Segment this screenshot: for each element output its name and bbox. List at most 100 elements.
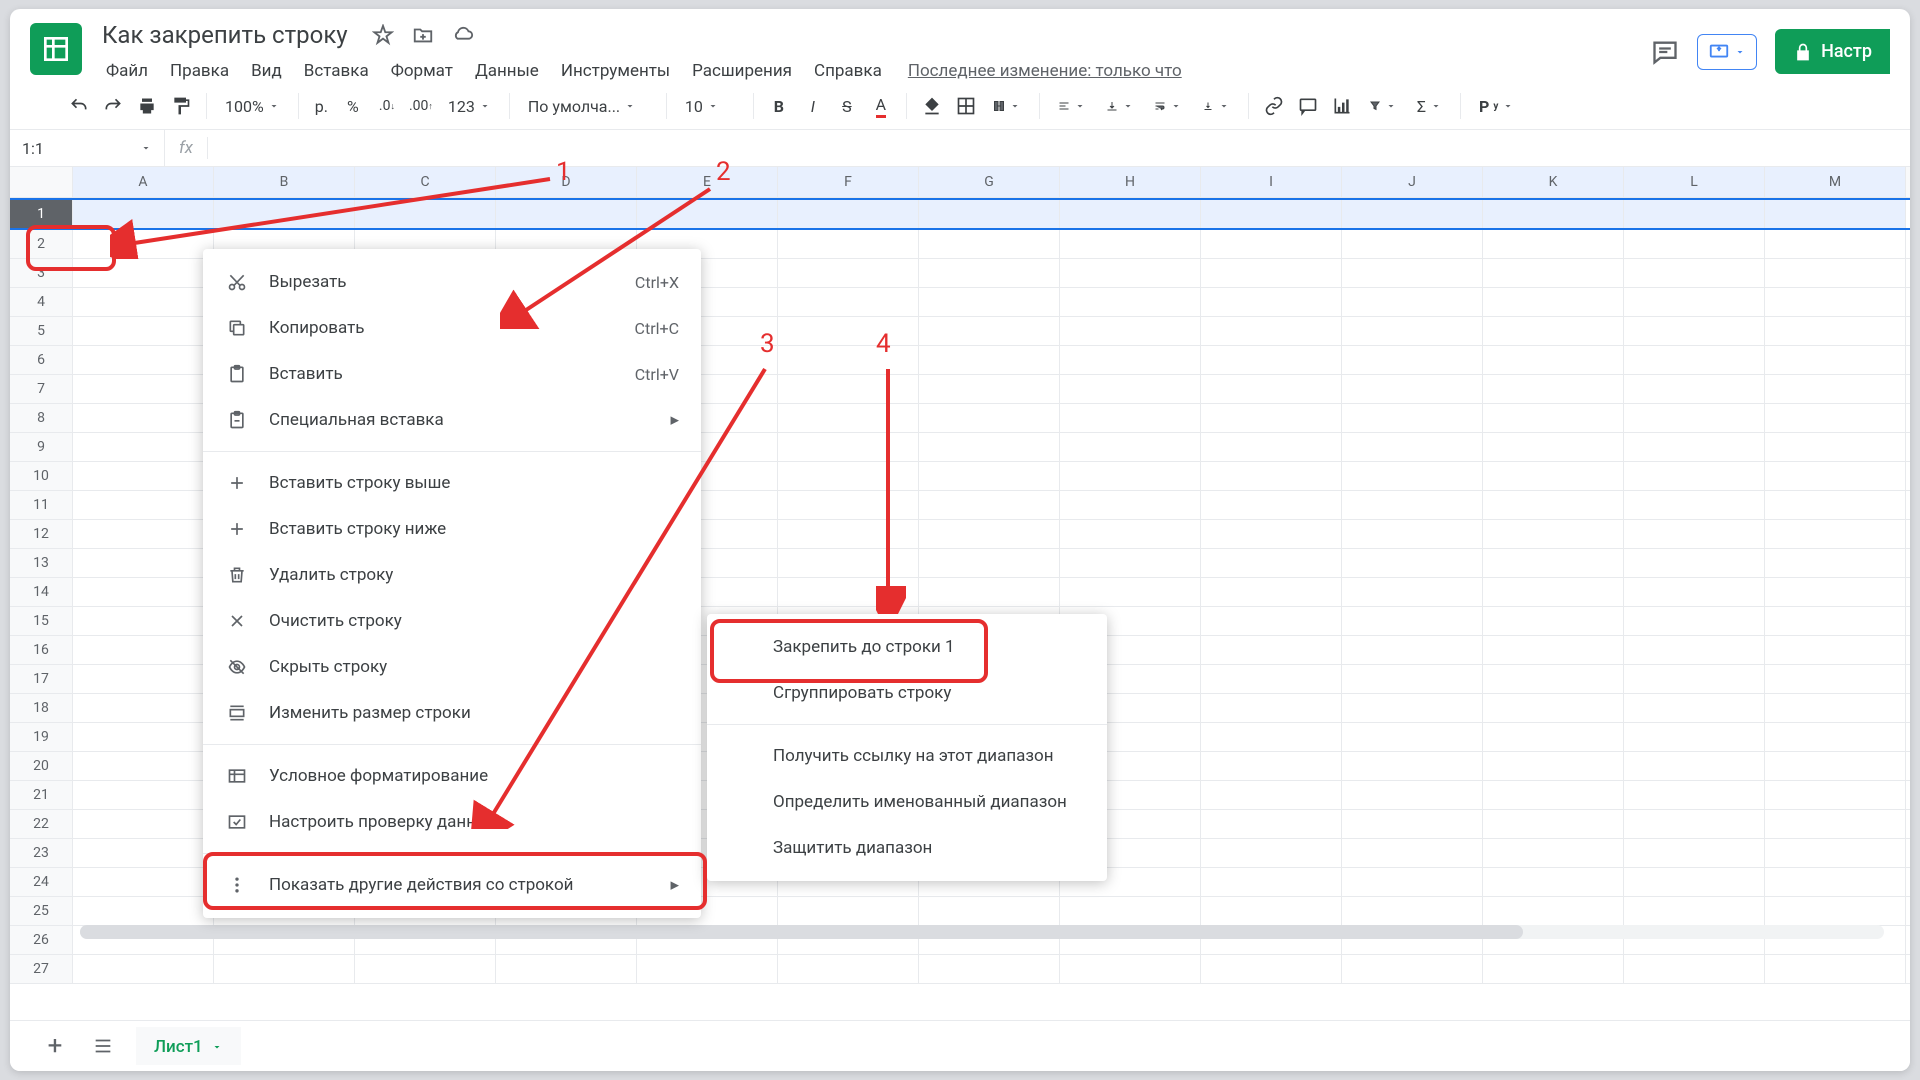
cell[interactable] [1765, 752, 1906, 780]
cell[interactable] [1201, 752, 1342, 780]
cell[interactable] [1483, 694, 1624, 722]
cell[interactable] [1342, 200, 1483, 228]
bold-button[interactable]: B [764, 91, 794, 121]
cell[interactable] [1624, 346, 1765, 374]
cloud-status-icon[interactable] [452, 24, 474, 46]
menu-item[interactable]: Получить ссылку на этот диапазон [707, 733, 1107, 779]
cell[interactable] [1342, 636, 1483, 664]
cell[interactable] [1483, 404, 1624, 432]
cell[interactable] [1201, 200, 1342, 228]
cell[interactable] [1624, 462, 1765, 490]
row-header[interactable]: 20 [10, 752, 73, 780]
cell[interactable] [1342, 955, 1483, 983]
cell[interactable] [1342, 230, 1483, 258]
cell[interactable] [778, 549, 919, 577]
row-header[interactable]: 7 [10, 375, 73, 403]
cell[interactable] [1201, 839, 1342, 867]
cell[interactable] [496, 200, 637, 228]
cell[interactable] [1765, 955, 1906, 983]
cell[interactable] [637, 200, 778, 228]
row-header[interactable]: 14 [10, 578, 73, 606]
menu-вид[interactable]: Вид [241, 57, 292, 85]
cell[interactable] [1342, 317, 1483, 345]
cell[interactable] [1342, 752, 1483, 780]
cell[interactable] [1060, 346, 1201, 374]
row-header[interactable]: 27 [10, 955, 73, 983]
cell[interactable] [1765, 694, 1906, 722]
cell[interactable] [1483, 839, 1624, 867]
cell[interactable] [1342, 607, 1483, 635]
cell[interactable] [1483, 346, 1624, 374]
cell[interactable] [1624, 607, 1765, 635]
row-header[interactable]: 11 [10, 491, 73, 519]
cell[interactable] [1060, 433, 1201, 461]
menu-item[interactable]: ВставитьCtrl+V [203, 351, 701, 397]
row-header[interactable]: 9 [10, 433, 73, 461]
menu-данные[interactable]: Данные [465, 57, 549, 85]
cell[interactable] [1765, 230, 1906, 258]
cell[interactable] [1201, 955, 1342, 983]
cell[interactable] [1060, 520, 1201, 548]
column-header[interactable]: M [1765, 167, 1906, 197]
cell[interactable] [919, 346, 1060, 374]
menu-инструменты[interactable]: Инструменты [551, 57, 680, 85]
row-header[interactable]: 13 [10, 549, 73, 577]
cell[interactable] [73, 839, 214, 867]
vertical-align-button[interactable] [1098, 91, 1142, 121]
menu-item[interactable]: Изменить размер строки [203, 690, 701, 736]
cell[interactable] [73, 549, 214, 577]
cell[interactable] [1483, 549, 1624, 577]
cell[interactable] [1201, 607, 1342, 635]
cell[interactable] [1342, 259, 1483, 287]
cell[interactable] [1060, 317, 1201, 345]
borders-button[interactable] [951, 91, 981, 121]
cell[interactable] [355, 200, 496, 228]
column-header[interactable]: K [1483, 167, 1624, 197]
cell[interactable] [919, 288, 1060, 316]
column-header[interactable]: B [214, 167, 355, 197]
zoom-dropdown[interactable]: 100% [217, 91, 288, 121]
cell[interactable] [1201, 375, 1342, 403]
cell[interactable] [919, 955, 1060, 983]
star-icon[interactable] [372, 24, 394, 46]
menu-правка[interactable]: Правка [160, 57, 239, 85]
cell[interactable] [1342, 665, 1483, 693]
cell[interactable] [73, 491, 214, 519]
cell[interactable] [1483, 636, 1624, 664]
menu-справка[interactable]: Справка [804, 57, 892, 85]
cell[interactable] [1483, 375, 1624, 403]
cell[interactable] [73, 433, 214, 461]
cell[interactable] [1342, 839, 1483, 867]
cell[interactable] [1765, 810, 1906, 838]
cell[interactable] [1483, 955, 1624, 983]
italic-button[interactable]: I [798, 91, 828, 121]
cell[interactable] [1765, 346, 1906, 374]
add-sheet-button[interactable]: + [40, 1031, 70, 1061]
cell[interactable] [919, 578, 1060, 606]
cell[interactable] [73, 607, 214, 635]
cell[interactable] [778, 346, 919, 374]
cell[interactable] [355, 955, 496, 983]
row-header[interactable]: 12 [10, 520, 73, 548]
cell[interactable] [1201, 491, 1342, 519]
present-button[interactable] [1697, 34, 1757, 70]
cell[interactable] [778, 578, 919, 606]
menu-item[interactable]: Специальная вставка▸ [203, 397, 701, 443]
document-title[interactable]: Как закрепить строку [96, 19, 354, 51]
cell[interactable] [1483, 897, 1624, 925]
row-header[interactable]: 22 [10, 810, 73, 838]
menu-item[interactable]: Скрыть строку [203, 644, 701, 690]
cell[interactable] [919, 375, 1060, 403]
cell[interactable] [73, 723, 214, 751]
cell[interactable] [1342, 578, 1483, 606]
cell[interactable] [1483, 868, 1624, 896]
cell[interactable] [73, 578, 214, 606]
comments-icon[interactable] [1651, 38, 1679, 66]
cell[interactable] [1765, 607, 1906, 635]
cell[interactable] [1060, 259, 1201, 287]
cell[interactable] [1201, 578, 1342, 606]
cell[interactable] [1624, 723, 1765, 751]
cell[interactable] [1201, 868, 1342, 896]
cell[interactable] [1765, 375, 1906, 403]
cell[interactable] [637, 955, 778, 983]
